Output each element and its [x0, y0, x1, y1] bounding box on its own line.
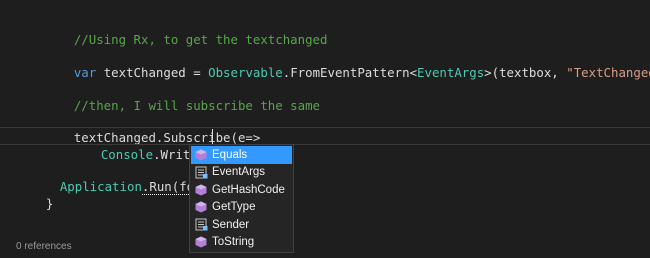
- codelens-references[interactable]: 0 references: [16, 240, 72, 254]
- completion-item-label: EventArgs: [212, 166, 266, 179]
- closing-brace: }: [45, 196, 54, 211]
- comment-text: //Using Rx, to get the textchanged: [73, 32, 328, 47]
- property-icon: [193, 164, 209, 180]
- code-line-comment-2: //then, I will subscribe the same: [44, 79, 320, 113]
- method-icon: [193, 182, 209, 198]
- completion-item-gettype[interactable]: GetType: [191, 199, 292, 217]
- completion-item-label: Sender: [212, 218, 250, 231]
- string-literal: "TextChanged": [566, 65, 650, 80]
- completion-item-label: ToString: [212, 236, 255, 249]
- method-icon: [193, 199, 209, 215]
- code-line-closing-brace: }: [16, 177, 53, 211]
- method-icon: [193, 234, 209, 250]
- completion-item-label: GetType: [212, 201, 256, 214]
- completion-item-gethashcode[interactable]: GetHashCode: [191, 181, 292, 199]
- type-eventargs: EventArgs: [417, 65, 485, 80]
- args-text: >(textbox,: [484, 65, 567, 80]
- completion-item-equals[interactable]: Equals: [191, 146, 292, 164]
- method-text: .FromEventPattern<: [282, 65, 418, 80]
- code-editor[interactable]: //Using Rx, to get the textchanged var t…: [0, 0, 650, 258]
- property-icon: [193, 217, 209, 233]
- text-caret: [212, 129, 213, 144]
- code-line-comment: //Using Rx, to get the textchanged: [44, 13, 328, 47]
- variable-text: textChanged =: [96, 65, 209, 80]
- completion-item-tostring[interactable]: ToString: [191, 234, 292, 252]
- method-icon: [193, 147, 209, 163]
- keyword-var: var: [73, 65, 97, 80]
- type-application: Application: [59, 179, 142, 194]
- completion-item-label: GetHashCode: [212, 183, 285, 196]
- intellisense-completion-list[interactable]: Equals EventArgs GetHashCode GetType Sen…: [189, 144, 294, 253]
- completion-item-label: Equals: [212, 148, 248, 161]
- code-line-observable: var textChanged = Observable.FromEventPa…: [44, 46, 650, 80]
- completion-item-sender[interactable]: Sender: [191, 216, 292, 234]
- completion-item-eventargs[interactable]: EventArgs: [191, 164, 292, 182]
- type-observable: Observable: [208, 65, 283, 80]
